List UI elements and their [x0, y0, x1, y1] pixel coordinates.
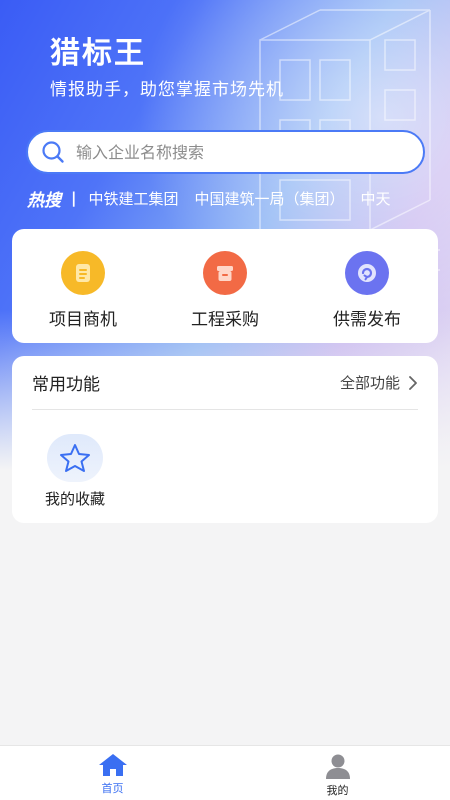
hot-search-label: 热搜: [27, 190, 61, 211]
tab-home-label: 首页: [101, 782, 124, 795]
all-functions-link[interactable]: 全部功能: [340, 372, 418, 393]
star-icon: [47, 434, 103, 482]
hot-search-item[interactable]: 中天: [361, 188, 391, 209]
common-functions-card: 常用功能 全部功能 我的收藏: [12, 356, 438, 523]
common-functions-header: 常用功能 全部功能: [32, 356, 418, 410]
common-functions-title: 常用功能: [32, 375, 100, 395]
quick-action-label: 工程采购: [191, 310, 259, 330]
search-input[interactable]: [76, 142, 396, 162]
box-icon: [203, 251, 247, 295]
quick-action-label: 项目商机: [49, 310, 117, 330]
tab-mine-label: 我的: [326, 784, 349, 797]
hot-search-item[interactable]: 中铁建工集团: [88, 188, 178, 209]
quick-action-project-opportunity[interactable]: 项目商机: [12, 229, 154, 343]
search-bar[interactable]: [26, 130, 425, 174]
user-icon: [325, 754, 350, 779]
function-label: 我的收藏: [44, 490, 105, 508]
quick-action-label: 供需发布: [333, 310, 401, 330]
home-icon: [98, 754, 127, 776]
quick-action-procurement[interactable]: 工程采购: [154, 229, 296, 343]
function-my-favorites[interactable]: 我的收藏: [38, 434, 112, 509]
bottom-tab-bar: 首页 我的: [0, 745, 450, 800]
quick-actions-card: 项目商机 工程采购 供需发布: [12, 229, 438, 343]
tab-mine[interactable]: 我的: [225, 746, 450, 800]
hot-search-item[interactable]: 中国建筑一局（集团）: [195, 188, 345, 209]
app-title: 猎标王: [50, 36, 146, 71]
app-subtitle: 情报助手，助您掌握市场先机: [50, 80, 284, 100]
chevron-right-icon: [409, 375, 417, 390]
tab-home[interactable]: 首页: [0, 746, 225, 800]
quick-action-supply-demand[interactable]: 供需发布: [296, 229, 438, 343]
hot-search-row: 热搜 | 中铁建工集团 中国建筑一局（集团） 中天: [27, 185, 450, 211]
refresh-circle-icon: [345, 251, 389, 295]
search-icon: [42, 141, 64, 163]
hot-search-divider: |: [71, 189, 77, 207]
all-functions-label: 全部功能: [339, 374, 400, 392]
document-icon: [61, 251, 105, 295]
